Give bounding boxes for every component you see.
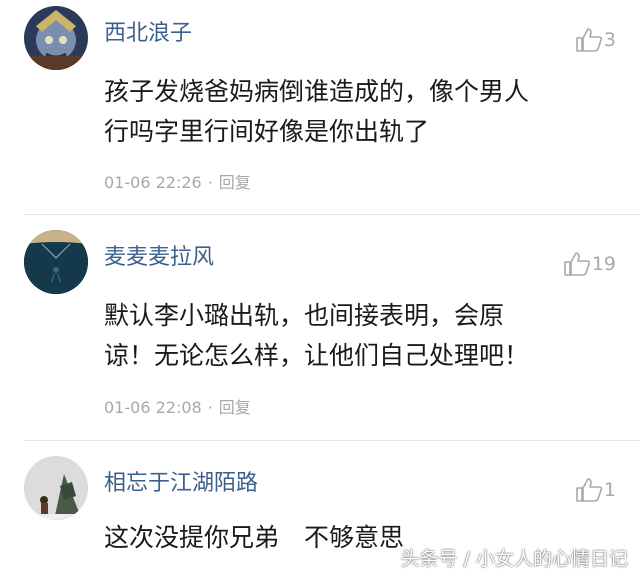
comment-text: 孩子发烧爸妈病倒谁造成的，像个男人 行吗字里行间好像是你出轨了 bbox=[104, 72, 619, 152]
comment-meta: 01-06 22:08 · 回复 bbox=[104, 397, 251, 419]
reply-link[interactable]: 回复 bbox=[219, 398, 251, 417]
meta-separator: · bbox=[207, 398, 213, 417]
avatar[interactable] bbox=[24, 230, 88, 294]
like-count: 1 bbox=[603, 479, 616, 501]
watermark: 头条号 / 小女人的心情日记 bbox=[400, 548, 628, 570]
thumbs-up-icon bbox=[575, 27, 604, 53]
comment-text-line: 孩子发烧爸妈病倒谁造成的，像个男人 bbox=[104, 77, 530, 106]
divider bbox=[24, 214, 640, 215]
like-button[interactable]: 3 bbox=[575, 27, 616, 53]
comment-text: 默认李小璐出轨，也间接表明，会原 谅！无论怎么样，让他们自己处理吧！ bbox=[104, 296, 619, 376]
like-count: 19 bbox=[591, 253, 616, 275]
username[interactable]: 相忘于江湖陌路 bbox=[104, 470, 258, 498]
comment-text-line: 行吗字里行间好像是你出轨了 bbox=[104, 117, 430, 146]
like-count: 3 bbox=[603, 29, 616, 51]
comment-text-line: 默认李小璐出轨，也间接表明，会原 bbox=[104, 301, 505, 330]
timestamp: 01-06 22:26 bbox=[104, 173, 202, 192]
comment-meta: 01-06 22:26 · 回复 bbox=[104, 172, 251, 194]
timestamp: 01-06 22:08 bbox=[104, 398, 202, 417]
like-button[interactable]: 19 bbox=[563, 251, 616, 277]
username[interactable]: 西北浪子 bbox=[104, 20, 192, 48]
like-button[interactable]: 1 bbox=[575, 477, 616, 503]
avatar[interactable] bbox=[24, 6, 88, 70]
comment-text-line: 谅！无论怎么样，让他们自己处理吧！ bbox=[104, 341, 530, 370]
reply-link[interactable]: 回复 bbox=[219, 173, 251, 192]
avatar[interactable] bbox=[24, 456, 88, 520]
thumbs-up-icon bbox=[563, 251, 592, 277]
divider bbox=[24, 440, 640, 441]
meta-separator: · bbox=[207, 173, 213, 192]
username[interactable]: 麦麦麦拉风 bbox=[104, 244, 214, 272]
thumbs-up-icon bbox=[575, 477, 604, 503]
